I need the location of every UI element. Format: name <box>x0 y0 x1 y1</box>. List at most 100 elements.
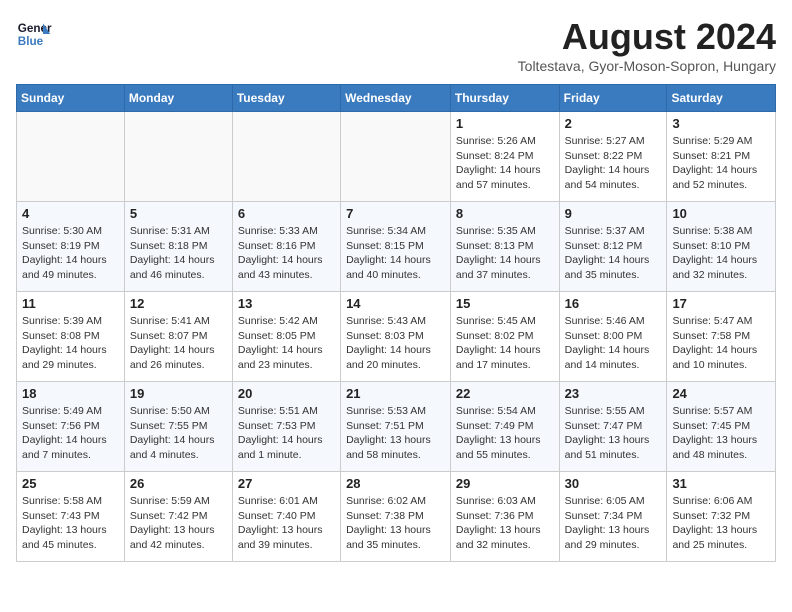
calendar-cell: 1 Sunrise: 5:26 AM Sunset: 8:24 PM Daylig… <box>450 112 559 202</box>
day-number: 27 <box>238 476 335 491</box>
calendar-cell: 28 Sunrise: 6:02 AM Sunset: 7:38 PM Dayli… <box>341 472 451 562</box>
logo-icon: General Blue <box>16 16 52 52</box>
calendar-cell: 14Sunrise: 5:43 AM Sunset: 8:03 PM Dayli… <box>341 292 451 382</box>
day-number: 16 <box>565 296 662 311</box>
day-info: Sunrise: 5:46 AM Sunset: 8:00 PM Dayligh… <box>565 314 662 373</box>
svg-text:Blue: Blue <box>18 35 44 48</box>
day-info: Sunrise: 5:31 AM Sunset: 8:18 PM Dayligh… <box>130 224 227 283</box>
calendar-week-row: 1 Sunrise: 5:26 AM Sunset: 8:24 PM Daylig… <box>17 112 776 202</box>
day-info: Sunrise: 6:06 AM Sunset: 7:32 PM Dayligh… <box>672 494 770 553</box>
calendar-table: SundayMondayTuesdayWednesdayThursdayFrid… <box>16 84 776 562</box>
calendar-cell: 21 Sunrise: 5:53 AM Sunset: 7:51 PM Dayli… <box>341 382 451 472</box>
title-block: August 2024 Toltestava, Gyor-Moson-Sopro… <box>518 16 776 74</box>
day-number: 22 <box>456 386 554 401</box>
weekday-header: Monday <box>124 85 232 112</box>
day-info: Sunrise: 5:42 AM Sunset: 8:05 PM Dayligh… <box>238 314 335 373</box>
day-info: Sunrise: 5:51 AM Sunset: 7:53 PM Dayligh… <box>238 404 335 463</box>
calendar-cell: 12 Sunrise: 5:41 AM Sunset: 8:07 PM Dayli… <box>124 292 232 382</box>
calendar-cell: 16 Sunrise: 5:46 AM Sunset: 8:00 PM Dayli… <box>559 292 667 382</box>
calendar-week-row: 25 Sunrise: 5:58 AM Sunset: 7:43 PM Dayli… <box>17 472 776 562</box>
calendar-cell: 25 Sunrise: 5:58 AM Sunset: 7:43 PM Dayli… <box>17 472 125 562</box>
day-info: Sunrise: 5:38 AM Sunset: 8:10 PM Dayligh… <box>672 224 770 283</box>
page-header: General Blue August 2024 Toltestava, Gyo… <box>16 16 776 74</box>
calendar-cell: 20 Sunrise: 5:51 AM Sunset: 7:53 PM Dayli… <box>232 382 340 472</box>
weekday-header-row: SundayMondayTuesdayWednesdayThursdayFrid… <box>17 85 776 112</box>
day-number: 4 <box>22 206 119 221</box>
location-subtitle: Toltestava, Gyor-Moson-Sopron, Hungary <box>518 58 776 74</box>
day-number: 6 <box>238 206 335 221</box>
day-number: 28 <box>346 476 445 491</box>
calendar-cell: 22 Sunrise: 5:54 AM Sunset: 7:49 PM Dayli… <box>450 382 559 472</box>
day-number: 8 <box>456 206 554 221</box>
day-number: 3 <box>672 116 770 131</box>
day-info: Sunrise: 5:57 AM Sunset: 7:45 PM Dayligh… <box>672 404 770 463</box>
day-info: Sunrise: 5:47 AM Sunset: 7:58 PM Dayligh… <box>672 314 770 373</box>
calendar-cell <box>341 112 451 202</box>
day-info: Sunrise: 5:55 AM Sunset: 7:47 PM Dayligh… <box>565 404 662 463</box>
weekday-header: Wednesday <box>341 85 451 112</box>
calendar-cell <box>232 112 340 202</box>
day-number: 19 <box>130 386 227 401</box>
calendar-cell <box>124 112 232 202</box>
calendar-cell: 2Sunrise: 5:27 AM Sunset: 8:22 PM Daylig… <box>559 112 667 202</box>
calendar-cell: 31 Sunrise: 6:06 AM Sunset: 7:32 PM Dayli… <box>667 472 776 562</box>
day-info: Sunrise: 5:49 AM Sunset: 7:56 PM Dayligh… <box>22 404 119 463</box>
calendar-cell: 13 Sunrise: 5:42 AM Sunset: 8:05 PM Dayli… <box>232 292 340 382</box>
day-info: Sunrise: 5:33 AM Sunset: 8:16 PM Dayligh… <box>238 224 335 283</box>
calendar-cell: 17Sunrise: 5:47 AM Sunset: 7:58 PM Dayli… <box>667 292 776 382</box>
calendar-cell: 30Sunrise: 6:05 AM Sunset: 7:34 PM Dayli… <box>559 472 667 562</box>
day-number: 26 <box>130 476 227 491</box>
day-info: Sunrise: 5:54 AM Sunset: 7:49 PM Dayligh… <box>456 404 554 463</box>
day-number: 25 <box>22 476 119 491</box>
day-info: Sunrise: 5:34 AM Sunset: 8:15 PM Dayligh… <box>346 224 445 283</box>
month-year-title: August 2024 <box>518 16 776 58</box>
day-number: 10 <box>672 206 770 221</box>
calendar-cell: 23Sunrise: 5:55 AM Sunset: 7:47 PM Dayli… <box>559 382 667 472</box>
calendar-cell: 4 Sunrise: 5:30 AM Sunset: 8:19 PM Daylig… <box>17 202 125 292</box>
calendar-cell: 9Sunrise: 5:37 AM Sunset: 8:12 PM Daylig… <box>559 202 667 292</box>
day-info: Sunrise: 5:53 AM Sunset: 7:51 PM Dayligh… <box>346 404 445 463</box>
weekday-header: Thursday <box>450 85 559 112</box>
calendar-cell: 6 Sunrise: 5:33 AM Sunset: 8:16 PM Daylig… <box>232 202 340 292</box>
day-number: 5 <box>130 206 227 221</box>
day-info: Sunrise: 5:26 AM Sunset: 8:24 PM Dayligh… <box>456 134 554 193</box>
day-number: 15 <box>456 296 554 311</box>
day-info: Sunrise: 5:27 AM Sunset: 8:22 PM Dayligh… <box>565 134 662 193</box>
calendar-cell: 15 Sunrise: 5:45 AM Sunset: 8:02 PM Dayli… <box>450 292 559 382</box>
day-number: 12 <box>130 296 227 311</box>
day-info: Sunrise: 5:50 AM Sunset: 7:55 PM Dayligh… <box>130 404 227 463</box>
day-number: 21 <box>346 386 445 401</box>
day-info: Sunrise: 6:03 AM Sunset: 7:36 PM Dayligh… <box>456 494 554 553</box>
day-number: 20 <box>238 386 335 401</box>
day-number: 11 <box>22 296 119 311</box>
day-number: 29 <box>456 476 554 491</box>
calendar-cell: 19 Sunrise: 5:50 AM Sunset: 7:55 PM Dayli… <box>124 382 232 472</box>
weekday-header: Friday <box>559 85 667 112</box>
day-info: Sunrise: 5:59 AM Sunset: 7:42 PM Dayligh… <box>130 494 227 553</box>
calendar-cell: 26 Sunrise: 5:59 AM Sunset: 7:42 PM Dayli… <box>124 472 232 562</box>
weekday-header: Tuesday <box>232 85 340 112</box>
day-info: Sunrise: 5:41 AM Sunset: 8:07 PM Dayligh… <box>130 314 227 373</box>
day-number: 18 <box>22 386 119 401</box>
logo: General Blue <box>16 16 52 52</box>
calendar-cell <box>17 112 125 202</box>
calendar-week-row: 11Sunrise: 5:39 AM Sunset: 8:08 PM Dayli… <box>17 292 776 382</box>
day-info: Sunrise: 5:58 AM Sunset: 7:43 PM Dayligh… <box>22 494 119 553</box>
calendar-cell: 3Sunrise: 5:29 AM Sunset: 8:21 PM Daylig… <box>667 112 776 202</box>
day-number: 24 <box>672 386 770 401</box>
calendar-week-row: 4 Sunrise: 5:30 AM Sunset: 8:19 PM Daylig… <box>17 202 776 292</box>
day-info: Sunrise: 5:45 AM Sunset: 8:02 PM Dayligh… <box>456 314 554 373</box>
calendar-cell: 5 Sunrise: 5:31 AM Sunset: 8:18 PM Daylig… <box>124 202 232 292</box>
day-info: Sunrise: 5:30 AM Sunset: 8:19 PM Dayligh… <box>22 224 119 283</box>
day-number: 1 <box>456 116 554 131</box>
calendar-cell: 27 Sunrise: 6:01 AM Sunset: 7:40 PM Dayli… <box>232 472 340 562</box>
day-info: Sunrise: 6:02 AM Sunset: 7:38 PM Dayligh… <box>346 494 445 553</box>
day-info: Sunrise: 5:43 AM Sunset: 8:03 PM Dayligh… <box>346 314 445 373</box>
day-number: 13 <box>238 296 335 311</box>
day-number: 30 <box>565 476 662 491</box>
calendar-cell: 7Sunrise: 5:34 AM Sunset: 8:15 PM Daylig… <box>341 202 451 292</box>
calendar-cell: 18 Sunrise: 5:49 AM Sunset: 7:56 PM Dayli… <box>17 382 125 472</box>
calendar-cell: 11Sunrise: 5:39 AM Sunset: 8:08 PM Dayli… <box>17 292 125 382</box>
day-number: 31 <box>672 476 770 491</box>
day-info: Sunrise: 6:01 AM Sunset: 7:40 PM Dayligh… <box>238 494 335 553</box>
